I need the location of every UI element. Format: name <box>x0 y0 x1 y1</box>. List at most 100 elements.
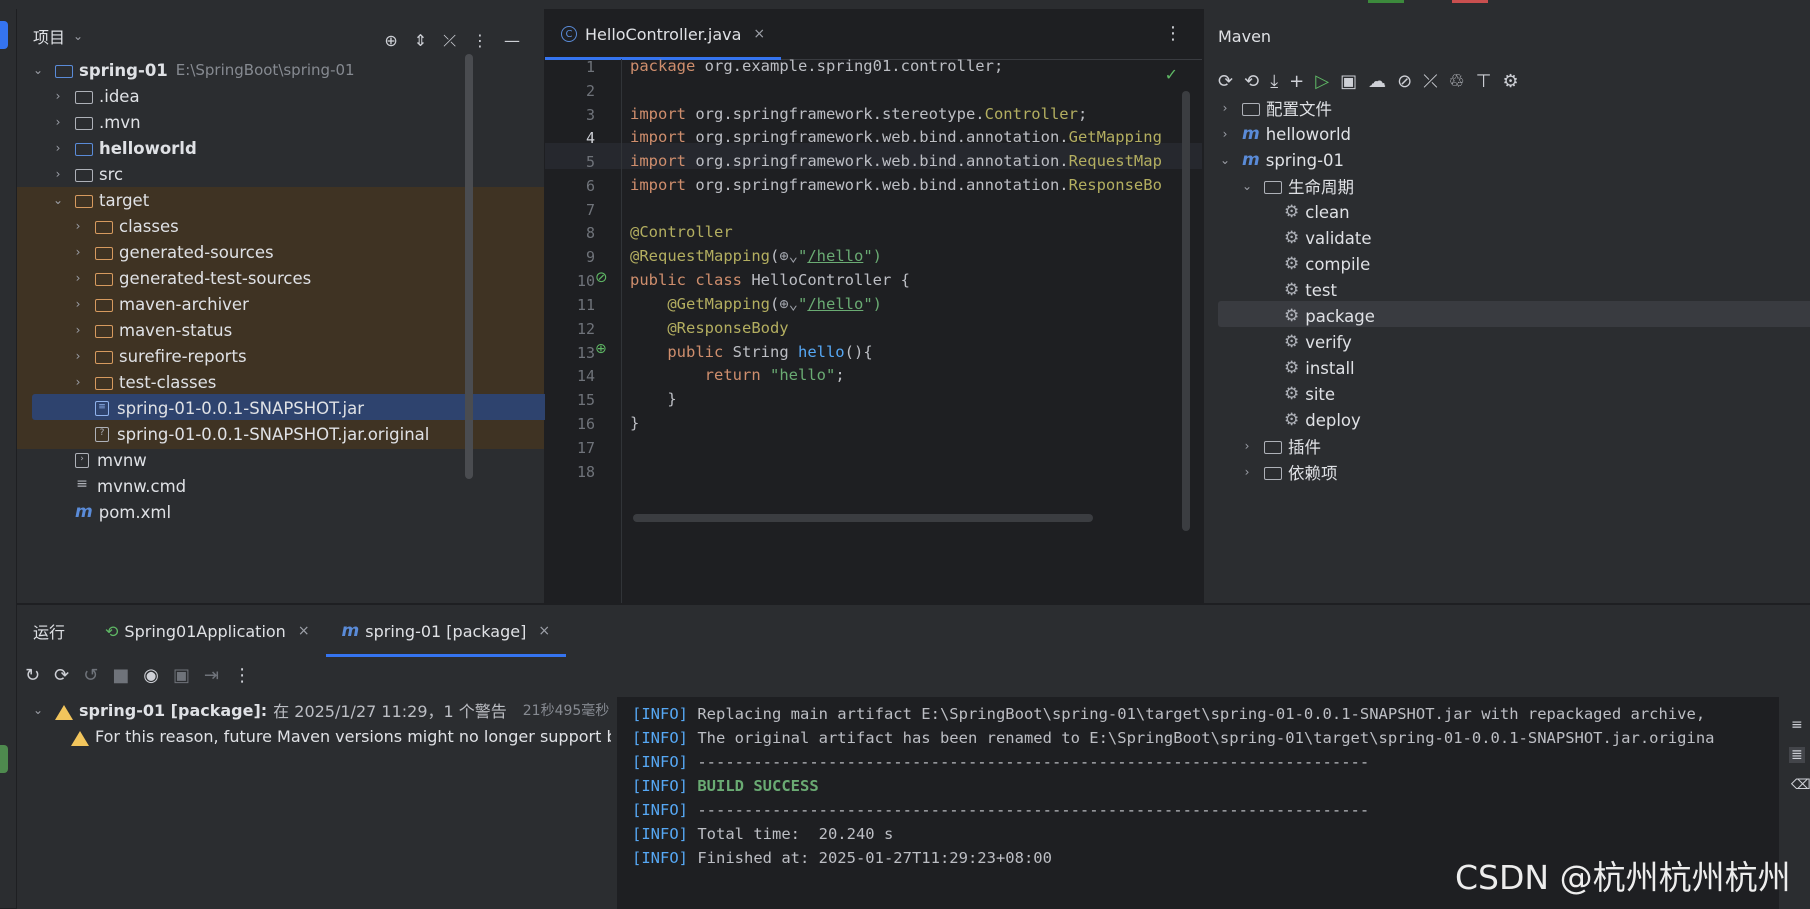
skip-tests-icon[interactable]: ⊘ <box>1397 71 1412 92</box>
more-options-icon[interactable]: ⋮ <box>1164 23 1182 44</box>
console-text: ----------------------------------------… <box>688 801 1370 819</box>
chevron-right-icon[interactable]: › <box>71 349 85 363</box>
chevron-right-icon[interactable]: › <box>1218 127 1232 141</box>
code-line[interactable]: @ResponseBody <box>630 319 788 337</box>
maven-tree-dependencies[interactable]: › 依赖项 <box>1240 457 1338 487</box>
code-line[interactable]: package org.example.spring01.controller; <box>630 57 1003 75</box>
reload-all-icon[interactable]: ⟲ <box>1244 71 1259 92</box>
tree-item-label: spring-01 <box>79 60 168 80</box>
eye-icon[interactable]: ◉ <box>143 665 159 686</box>
chevron-right-icon[interactable]: › <box>1240 439 1254 453</box>
maven-tree-label: test <box>1305 280 1337 300</box>
editor-tab-hellocontroller[interactable]: C HelloController.java × <box>545 9 782 60</box>
request-mapping-gutter-icon[interactable]: ⊕ <box>595 341 607 357</box>
run-tree-warning[interactable]: For this reason, future Maven versions m… <box>71 721 611 751</box>
close-icon[interactable]: × <box>298 623 310 639</box>
analyze-dependencies-icon[interactable]: ♲ <box>1449 71 1465 92</box>
camera-icon[interactable]: ▣ <box>173 665 190 686</box>
project-panel: 项目 ⌄ ⊕ ⇕ ⤫ ⋮ — ⌄ spring-01 E:\SpringBoot… <box>17 9 548 603</box>
code-line[interactable]: public class HelloController { <box>630 271 910 289</box>
code-line[interactable]: @RequestMapping(⊕⌄"/hello") <box>630 247 882 265</box>
code-line[interactable]: } <box>630 414 639 432</box>
code-line[interactable]: @GetMapping(⊕⌄"/hello") <box>630 295 882 313</box>
warning-text: For this reason, future Maven versions m… <box>95 726 611 746</box>
chevron-down-icon[interactable]: ⌄ <box>31 703 45 717</box>
chevron-right-icon[interactable]: › <box>71 375 85 389</box>
show-diagram-icon[interactable]: ⊤ <box>1476 71 1492 92</box>
scroll-to-end-icon[interactable]: ≣ <box>1789 747 1805 763</box>
chevron-right-icon[interactable]: › <box>71 219 85 233</box>
stop-icon[interactable]: ■ <box>112 665 129 686</box>
shell-script-icon: › <box>75 452 89 468</box>
watermark: CSDN @杭州杭州杭州 <box>1455 858 1791 897</box>
maven-file-icon: m <box>75 502 93 522</box>
chevron-down-icon[interactable]: ⌄ <box>1218 153 1232 167</box>
chevron-right-icon[interactable]: › <box>71 323 85 337</box>
chevron-down-icon[interactable]: ⌄ <box>1240 179 1254 193</box>
project-toolwindow-button[interactable] <box>0 21 8 49</box>
clear-icon[interactable]: ⌫ <box>1791 777 1810 793</box>
chevron-right-icon[interactable]: › <box>51 115 65 129</box>
globe-icon[interactable]: ⊕⌄ <box>779 247 798 265</box>
chevron-right-icon[interactable]: › <box>71 271 85 285</box>
rerun-failed-icon[interactable]: ⟳ <box>54 665 69 686</box>
more-options-icon[interactable]: ⋮ <box>233 665 251 686</box>
editor-horizontal-scrollbar[interactable] <box>633 514 1093 522</box>
folder-icon <box>75 168 93 182</box>
code-line[interactable]: } <box>630 390 676 408</box>
chevron-right-icon[interactable]: › <box>71 297 85 311</box>
tree-item-pom[interactable]: m pom.xml <box>75 497 171 527</box>
chevron-down-icon[interactable]: ⌄ <box>51 193 65 207</box>
minimize-icon[interactable]: — <box>504 31 520 51</box>
collapse-all-icon[interactable]: ⤫ <box>1423 71 1437 92</box>
exit-icon[interactable]: ⇥ <box>204 665 219 686</box>
project-scrollbar[interactable] <box>465 54 473 479</box>
rerun-icon[interactable]: ↻ <box>25 665 40 686</box>
code-line[interactable]: import org.springframework.web.bind.anno… <box>630 152 1162 170</box>
rerun-disabled-icon[interactable]: ↺ <box>83 665 98 686</box>
gear-icon[interactable]: ⚙ <box>1502 71 1518 92</box>
spring-bean-gutter-icon[interactable]: ⊘ <box>595 268 608 286</box>
run-toolwindow-button[interactable] <box>0 745 8 773</box>
project-title[interactable]: 项目 <box>33 24 65 48</box>
soft-wrap-icon[interactable]: ≡ <box>1791 717 1803 733</box>
chevron-down-icon[interactable]: ⌄ <box>31 63 45 77</box>
chevron-down-icon[interactable]: ⌄ <box>73 29 83 43</box>
close-icon[interactable]: × <box>753 26 765 42</box>
globe-icon[interactable]: ⊕⌄ <box>779 295 798 313</box>
code-line[interactable]: public String hello(){ <box>630 343 872 361</box>
close-icon[interactable]: × <box>538 623 550 639</box>
tree-item-label: helloworld <box>99 138 197 158</box>
chevron-right-icon[interactable]: › <box>51 141 65 155</box>
code-line[interactable]: @Controller <box>630 223 733 241</box>
tree-item-label: maven-archiver <box>119 294 249 314</box>
chevron-right-icon[interactable]: › <box>1240 465 1254 479</box>
more-options-icon[interactable]: ⋮ <box>472 31 488 51</box>
run-tab-spring01-package[interactable]: m spring-01 [package] × <box>325 605 567 657</box>
collapse-all-icon[interactable]: ⤫ <box>443 31 456 51</box>
run-tab-spring01application[interactable]: ⟲ Spring01Application × <box>81 605 326 657</box>
maven-tree-label: 依赖项 <box>1288 464 1338 483</box>
chevron-right-icon[interactable]: › <box>51 167 65 181</box>
add-icon[interactable]: + <box>1289 71 1304 92</box>
run-label: 运行 <box>33 623 66 642</box>
chevron-right-icon[interactable]: › <box>1218 101 1232 115</box>
locate-icon[interactable]: ⊕ <box>384 31 397 51</box>
code-line[interactable]: import org.springframework.web.bind.anno… <box>630 128 1162 146</box>
expand-all-icon[interactable]: ⇕ <box>414 31 427 51</box>
inspection-ok-icon[interactable]: ✓ <box>1165 65 1178 84</box>
code-line[interactable]: import org.springframework.web.bind.anno… <box>630 176 1162 194</box>
run-tab-label: spring-01 [package] <box>365 621 527 641</box>
execute-goal-icon[interactable]: ▣ <box>1340 71 1357 92</box>
reload-icon[interactable]: ⟳ <box>1218 71 1233 92</box>
folder-icon <box>95 324 113 338</box>
gear-icon: ⚙ <box>1284 306 1300 326</box>
code-line[interactable]: return "hello"; <box>630 366 845 384</box>
run-icon[interactable]: ▷ <box>1315 71 1329 92</box>
download-icon[interactable]: ⤓ <box>1270 71 1278 92</box>
code-line[interactable]: import org.springframework.stereotype.Co… <box>630 105 1087 123</box>
chevron-right-icon[interactable]: › <box>51 89 65 103</box>
chevron-right-icon[interactable]: › <box>71 245 85 259</box>
offline-mode-icon[interactable]: ☁ <box>1368 71 1386 92</box>
editor-vertical-scrollbar[interactable] <box>1182 91 1190 531</box>
